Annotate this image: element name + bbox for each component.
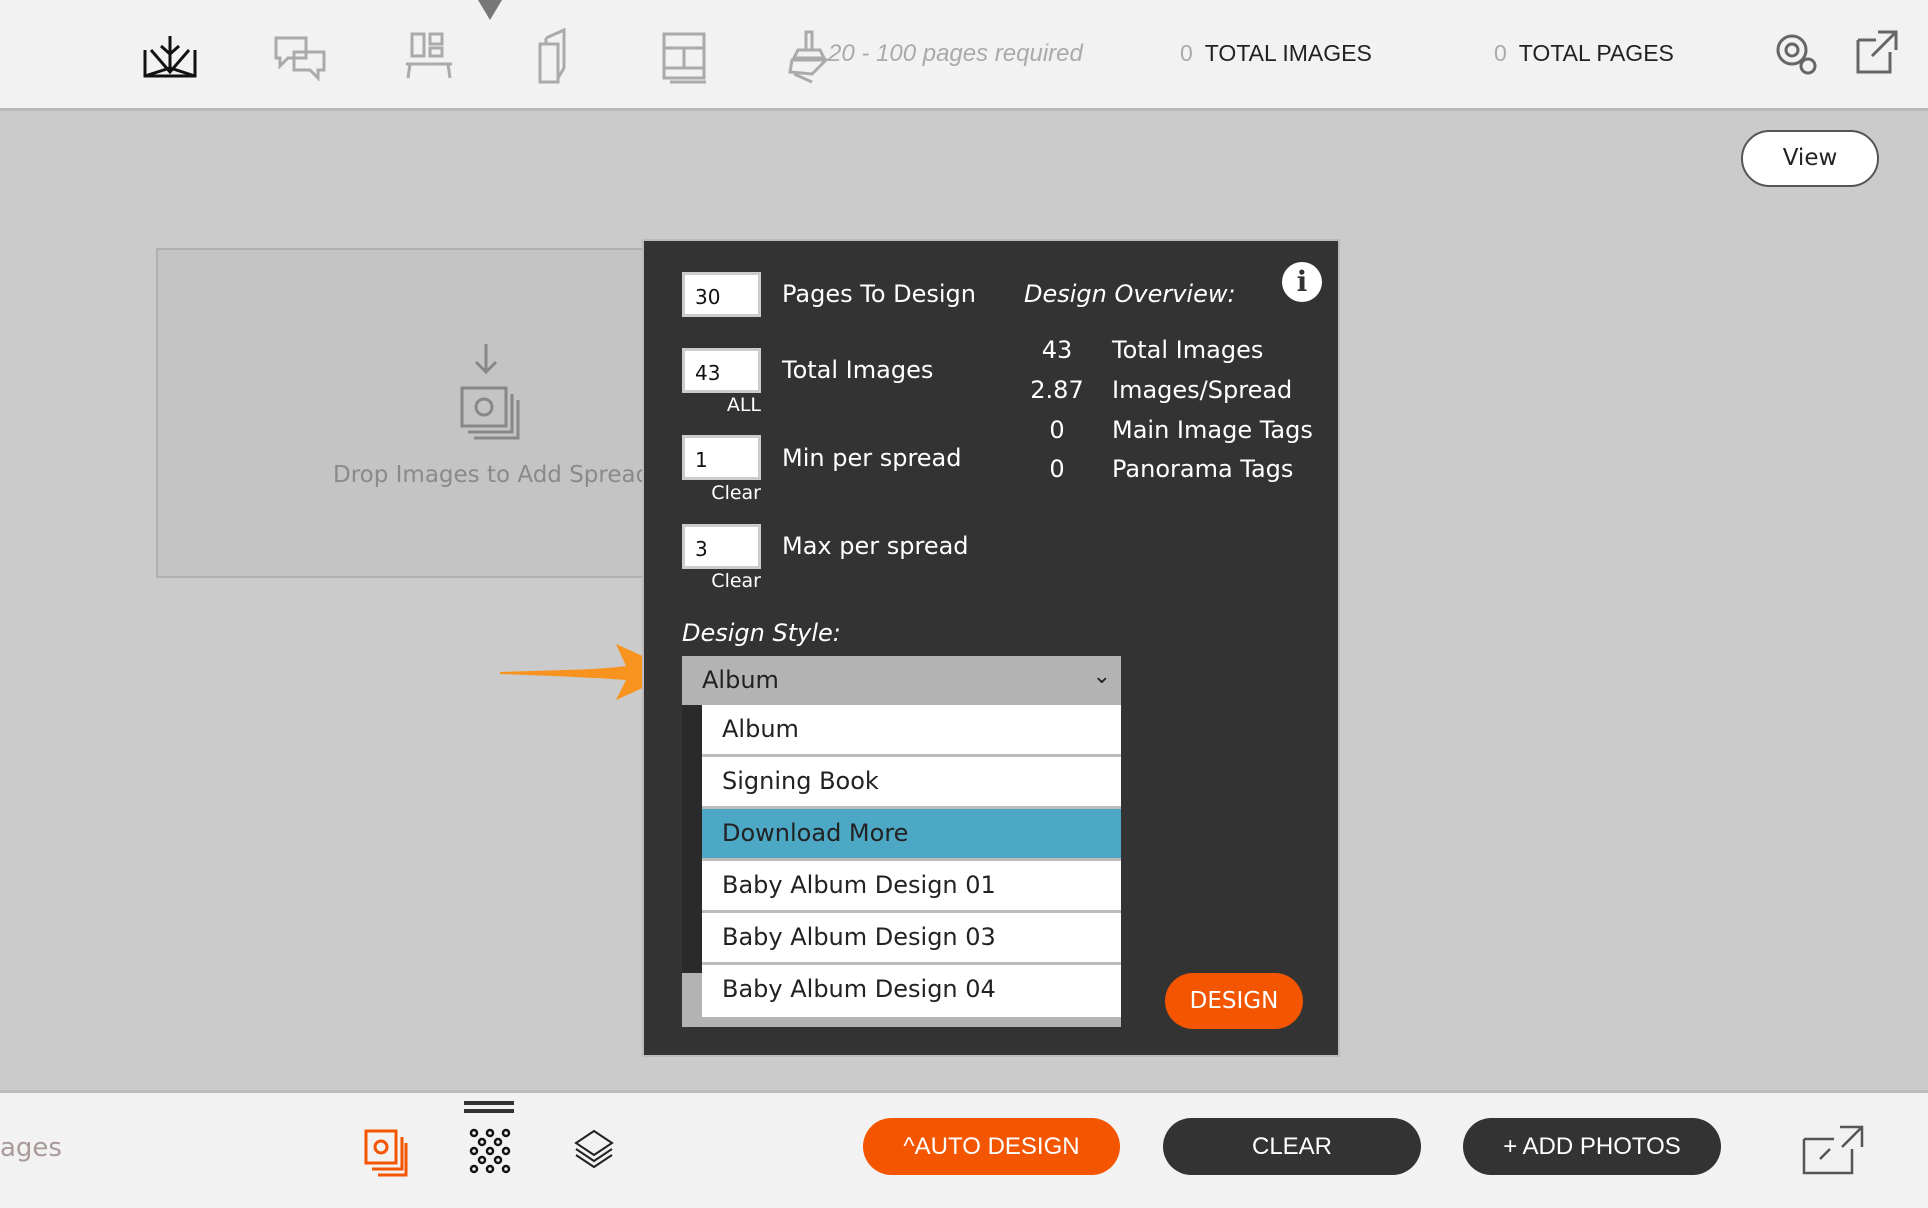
pages-required-text: 20 - 100 pages required: [828, 40, 1083, 67]
pages-to-design-input[interactable]: 30: [682, 272, 761, 317]
overview-value: 0: [1049, 455, 1065, 483]
overview-value: 43: [1041, 336, 1073, 364]
option-album[interactable]: Album: [702, 705, 1121, 757]
option-baby-album-01[interactable]: Baby Album Design 01: [702, 861, 1121, 913]
design-style-options: Album Signing Book Download More Baby Al…: [702, 705, 1121, 1017]
option-download-more[interactable]: Download More: [702, 809, 1121, 861]
auto-design-button[interactable]: ^AUTO DESIGN: [863, 1118, 1120, 1175]
min-per-spread-input[interactable]: 1: [682, 435, 761, 480]
pattern-grid-icon[interactable]: [466, 1127, 514, 1175]
total-pages-stat: 0 TOTAL PAGES: [1494, 40, 1674, 66]
max-per-spread-input[interactable]: 3: [682, 524, 761, 569]
total-images-stat: 0 TOTAL IMAGES: [1180, 40, 1372, 66]
external-link-icon[interactable]: [1852, 28, 1900, 76]
drop-images-icon: [460, 344, 520, 440]
design-button[interactable]: DESIGN: [1165, 973, 1303, 1029]
overview-label: Panorama Tags: [1112, 455, 1294, 483]
all-link[interactable]: ALL: [644, 394, 761, 416]
layout-icon[interactable]: [400, 28, 458, 86]
overview-value: 0: [1049, 416, 1065, 444]
auto-design-panel: 30 Pages To Design 43 Total Images ALL 1…: [642, 239, 1340, 1057]
gear-icon[interactable]: [1770, 28, 1822, 80]
images-tab-label[interactable]: ages: [0, 1133, 62, 1163]
design-style-select[interactable]: Album ⌄: [682, 656, 1121, 705]
total-images-label: Total Images: [782, 356, 934, 384]
view-button[interactable]: View: [1741, 130, 1879, 187]
overview-label: Total Images: [1112, 336, 1264, 364]
layers-icon[interactable]: [574, 1129, 614, 1173]
max-per-spread-label: Max per spread: [782, 532, 969, 560]
active-tab-indicator: [478, 0, 502, 20]
grid-layout-icon[interactable]: [656, 28, 714, 86]
option-baby-album-04[interactable]: Baby Album Design 04: [702, 965, 1121, 1017]
clear-min-link[interactable]: Clear: [644, 482, 761, 504]
overview-label: Images/Spread: [1112, 376, 1293, 404]
overview-label: Main Image Tags: [1112, 416, 1313, 444]
design-overview-title: Design Overview:: [1024, 280, 1236, 308]
photos-icon[interactable]: [364, 1129, 408, 1177]
design-style-label: Design Style:: [682, 619, 841, 647]
fullscreen-icon[interactable]: [1800, 1123, 1870, 1175]
add-photos-button[interactable]: + ADD PHOTOS: [1463, 1118, 1721, 1175]
drag-handle-icon[interactable]: [464, 1101, 514, 1113]
speech-bubbles-icon[interactable]: [270, 28, 328, 86]
total-images-input[interactable]: 43: [682, 348, 761, 393]
drop-zone[interactable]: Drop Images to Add Spread: [156, 248, 656, 578]
pages-icon[interactable]: [528, 27, 586, 86]
clear-max-link[interactable]: Clear: [644, 570, 761, 592]
clear-button[interactable]: CLEAR: [1163, 1118, 1421, 1175]
info-icon[interactable]: i: [1282, 262, 1322, 302]
overview-value: 2.87: [1030, 376, 1084, 404]
pages-to-design-label: Pages To Design: [782, 280, 976, 308]
chevron-down-icon: ⌄: [1092, 664, 1111, 689]
drop-zone-text: Drop Images to Add Spread: [333, 462, 651, 488]
option-signing-book[interactable]: Signing Book: [702, 757, 1121, 809]
bottom-toolbar: ages ^AUTO DESIGN CLEAR + ADD PHOTOS: [0, 1090, 1928, 1208]
option-baby-album-03[interactable]: Baby Album Design 03: [702, 913, 1121, 965]
book-icon[interactable]: [141, 28, 199, 86]
top-toolbar: 20 - 100 pages required 0 TOTAL IMAGES 0T…: [0, 0, 1928, 111]
min-per-spread-label: Min per spread: [782, 444, 962, 472]
